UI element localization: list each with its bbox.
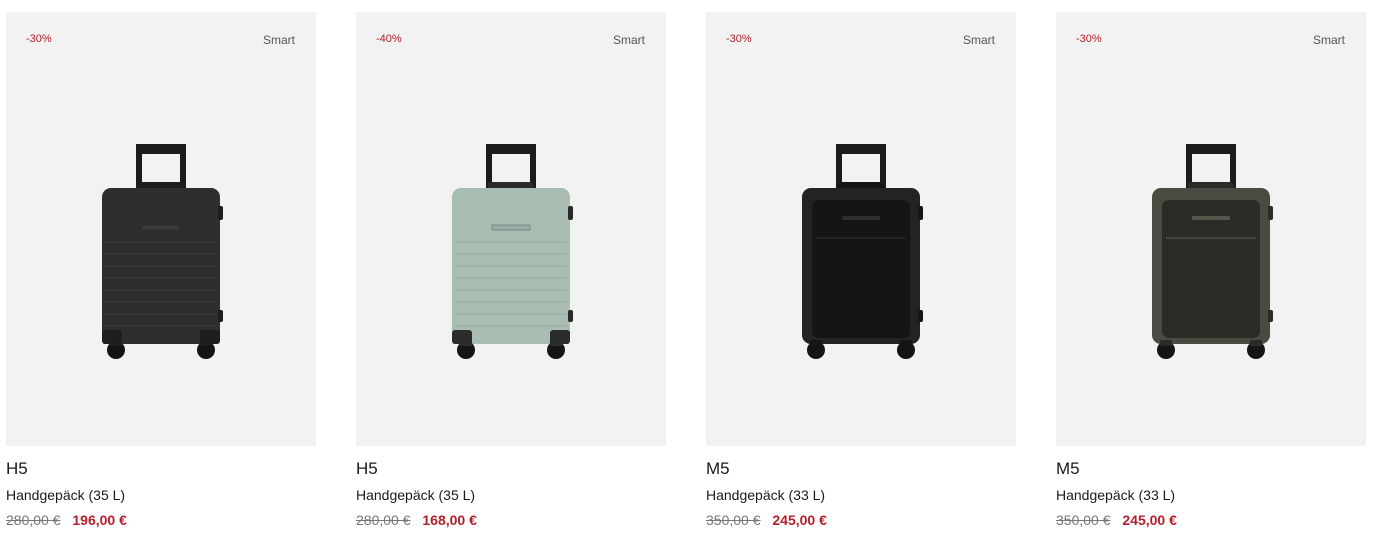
feature-tag: Smart <box>1312 33 1345 47</box>
product-image-area[interactable]: -40% Smart <box>356 12 666 446</box>
product-model[interactable]: M5 <box>706 459 1016 479</box>
product-description: Handgepäck (35 L) <box>6 487 126 503</box>
product-model[interactable]: M5 <box>1056 459 1366 479</box>
product-card[interactable]: -30% Smart M5 Handgepäck (33 L) 350,00 €… <box>706 12 1016 529</box>
product-description: Handgepäck (33 L) <box>1056 487 1176 503</box>
original-price: 280,00 € <box>356 512 411 528</box>
discount-badge: -30% <box>1076 33 1102 45</box>
price-row: 280,00 € 168,00 € <box>356 511 666 529</box>
product-card[interactable]: -40% Smart H5 Handgepäck (35 L) 280,00 €… <box>356 12 666 529</box>
suitcase-image <box>102 144 223 359</box>
discount-badge: -30% <box>26 33 52 45</box>
sale-price: 196,00 € <box>72 512 127 528</box>
feature-tag: Smart <box>262 33 295 47</box>
product-card[interactable]: -30% Smart M5 Handgepäck (33 L) 350,00 €… <box>1056 12 1366 529</box>
sale-price: 245,00 € <box>772 512 827 528</box>
price-row: 280,00 € 196,00 € <box>6 511 316 529</box>
sale-price: 168,00 € <box>422 512 477 528</box>
sale-price: 245,00 € <box>1122 512 1177 528</box>
price-row: 350,00 € 245,00 € <box>706 511 1016 529</box>
price-row: 350,00 € 245,00 € <box>1056 511 1366 529</box>
original-price: 350,00 € <box>706 512 761 528</box>
original-price: 350,00 € <box>1056 512 1111 528</box>
product-description: Handgepäck (33 L) <box>706 487 826 503</box>
suitcase-image <box>1152 144 1273 359</box>
product-image-area[interactable]: -30% Smart <box>6 12 316 446</box>
feature-tag: Smart <box>612 33 645 47</box>
product-image-area[interactable]: -30% Smart <box>706 12 1016 446</box>
suitcase-image <box>452 144 573 359</box>
product-image-area[interactable]: -30% Smart <box>1056 12 1366 446</box>
discount-badge: -40% <box>376 33 402 45</box>
product-grid: -30% Smart H5 Handgepäck (35 L) 280,00 €… <box>6 12 1366 529</box>
suitcase-image <box>802 144 923 359</box>
original-price: 280,00 € <box>6 512 61 528</box>
feature-tag: Smart <box>962 33 995 47</box>
product-model[interactable]: H5 <box>6 459 316 479</box>
product-model[interactable]: H5 <box>356 459 666 479</box>
product-description: Handgepäck (35 L) <box>356 487 476 503</box>
discount-badge: -30% <box>726 33 752 45</box>
product-card[interactable]: -30% Smart H5 Handgepäck (35 L) 280,00 €… <box>6 12 316 529</box>
